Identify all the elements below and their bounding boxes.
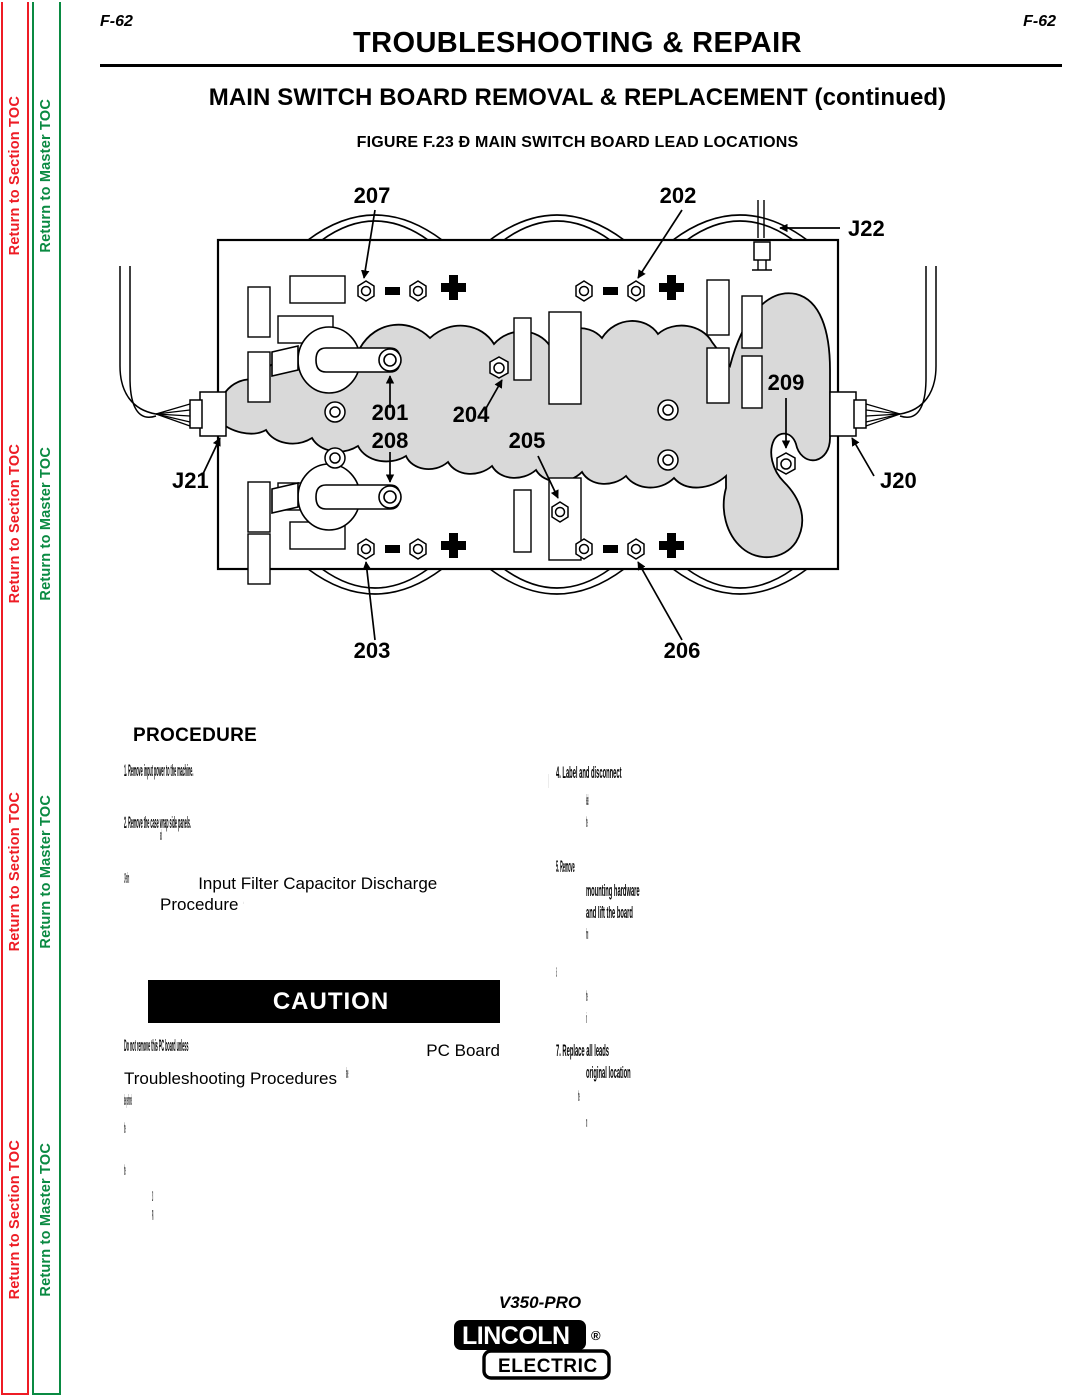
- procedure-right-step-1: 4. Label and disconnect: [556, 762, 716, 788]
- page-title: TROUBLESHOOTING & REPAIR: [353, 27, 802, 59]
- procedure-right-step-4-sub-c: on: [586, 1112, 746, 1138]
- corrupted-glyph-run: the: [124, 1120, 126, 1137]
- leader-203: [362, 561, 376, 641]
- corrupted-glyph-run: leads: [586, 792, 589, 809]
- footer-model: V350-PRO: [498, 1293, 582, 1312]
- procedure-right-step-3: 6.: [556, 962, 716, 988]
- section-toc-label: Return to Section TOC: [6, 1140, 23, 1300]
- procedure-right-step-1-sub-b: the: [586, 812, 746, 838]
- stray-glyph: |: [548, 772, 549, 789]
- callout-j20: J20: [880, 468, 917, 493]
- master-toc-column[interactable]: Return to Master TOC Return to Master TO…: [32, 2, 61, 1395]
- corrupted-glyph-run: 4. Label and disconnect: [556, 763, 622, 782]
- procedure-right-step-2: 5. Remove: [556, 856, 716, 882]
- section-title: MAIN SWITCH BOARD REMOVAL & REPLACEMENT …: [208, 84, 947, 111]
- figure-main-switch-board: 207 202 J22 201 204 209 208 205 J21 J20 …: [90, 170, 1065, 715]
- corrupted-glyph-run: the: [586, 988, 588, 1005]
- brand-secondary-text: ELECTRIC: [498, 1356, 598, 1377]
- procedure-heading: PROCEDURE: [133, 725, 258, 746]
- caution-text-pc-board: PC Board: [426, 1041, 500, 1060]
- figure-caption: FIGURE F.23 Đ MAIN SWITCH BOARD LEAD LOC…: [356, 134, 799, 151]
- corrupted-glyph-run: 3. Perform: [124, 870, 130, 887]
- callout-202: 202: [660, 183, 697, 208]
- callout-207: 207: [354, 183, 391, 208]
- caution-body-line-1: Do not remove this PC board unless PC Bo…: [124, 1035, 554, 1061]
- corrupted-glyph-run: 18: [152, 1188, 154, 1205]
- leader-j20: [851, 437, 875, 477]
- caution-body-line-7: RV: [152, 1205, 582, 1231]
- connector-j22: [752, 200, 772, 271]
- corrupted-glyph-run: 7. Replace all leads: [556, 1041, 610, 1060]
- corrupted-glyph-run: have: [346, 1065, 349, 1082]
- callout-206: 206: [664, 638, 701, 663]
- sidebar-item-master-toc[interactable]: Return to Master TOC: [34, 350, 59, 698]
- callout-209: 209: [768, 370, 805, 395]
- callout-201: 201: [372, 400, 409, 425]
- corrupted-glyph-run: the: [578, 1088, 580, 1105]
- procedure-right-step-3-sub-b: in: [586, 1008, 746, 1034]
- sidebar-item-master-toc[interactable]: Return to Master TOC: [34, 698, 59, 1046]
- caution-body-line-3: been performed: [124, 1090, 554, 1116]
- lincoln-electric-logo: LINCOLN ® ELECTRIC: [0, 1318, 1080, 1380]
- connector-j21: [119, 266, 227, 437]
- procedure-right-step-4-sub-a: original location: [586, 1062, 766, 1088]
- caution-body-line-5: the: [124, 1160, 554, 1186]
- caution-body-line-2: Troubleshooting Procedures have: [124, 1063, 554, 1089]
- corrupted-glyph-run: 5. Remove: [556, 857, 575, 876]
- corrupted-glyph-run: 6.: [556, 964, 557, 981]
- connector-j20: [829, 266, 937, 437]
- master-toc-label: Return to Master TOC: [38, 1143, 55, 1297]
- corrupted-glyph-run: Do not remove this PC board unless: [124, 1036, 189, 1055]
- callout-j21: J21: [172, 468, 209, 493]
- sidebar-item-section-toc[interactable]: Return to Section TOC: [3, 350, 27, 698]
- toc-sidebar: Return to Section TOC Return to Section …: [0, 0, 66, 1397]
- corrupted-glyph-run: the: [586, 814, 588, 831]
- caution-body-line-4: the: [124, 1118, 554, 1144]
- procedure-right-step-4-sub-b: the: [578, 1086, 738, 1112]
- corrupted-glyph-run: 1. Remove input power to the machine.: [124, 761, 194, 780]
- corrupted-glyph-run: and lift the board: [586, 903, 633, 922]
- procedure-right-step-2-sub-c: from: [586, 924, 746, 950]
- brand-registered-mark: ®: [591, 1328, 601, 1343]
- title-divider: [100, 64, 1062, 67]
- caution-text-troubleshooting: Troubleshooting Procedures: [124, 1069, 337, 1088]
- master-toc-label: Return to Master TOC: [38, 447, 55, 601]
- master-toc-label: Return to Master TOC: [38, 99, 55, 253]
- caution-label: CAUTION: [272, 987, 390, 1015]
- corrupted-glyph-run: original location: [586, 1063, 631, 1082]
- master-toc-label: Return to Master TOC: [38, 795, 55, 949]
- corrupted-glyph-run: in: [586, 1010, 587, 1027]
- corrupted-glyph-run: the: [124, 1162, 126, 1179]
- corrupted-glyph-run: from: [586, 926, 589, 943]
- section-toc-column[interactable]: Return to Section TOC Return to Section …: [1, 2, 29, 1395]
- corrupted-glyph-run: been performed: [124, 1092, 132, 1109]
- procedure-step-4-text: Procedure: [160, 895, 239, 914]
- corrupted-glyph-run: and: [160, 827, 162, 844]
- corrupted-glyph-run: on: [586, 1114, 588, 1131]
- callout-208: 208: [372, 428, 409, 453]
- section-toc-label: Return to Section TOC: [6, 444, 23, 604]
- leader-206: [637, 561, 683, 641]
- callout-204: 204: [453, 402, 490, 427]
- sidebar-item-master-toc[interactable]: Return to Master TOC: [34, 2, 59, 350]
- section-toc-label: Return to Section TOC: [6, 792, 23, 952]
- sidebar-item-section-toc[interactable]: Return to Section TOC: [3, 2, 27, 350]
- section-toc-label: Return to Section TOC: [6, 96, 23, 256]
- callout-203: 203: [354, 638, 391, 663]
- callout-j22: J22: [848, 216, 885, 241]
- corrupted-glyph-run: RV: [152, 1207, 154, 1224]
- procedure-step-3-cont: Procedure .: [160, 889, 590, 915]
- caution-banner: CAUTION: [148, 980, 500, 1023]
- brand-primary-text: LINCOLN: [462, 1322, 570, 1350]
- procedure-step-1: 1. Remove input power to the machine.: [124, 760, 534, 786]
- sidebar-item-section-toc[interactable]: Return to Section TOC: [3, 698, 27, 1046]
- procedure-step-2-sub: and: [160, 825, 540, 851]
- callout-205: 205: [509, 428, 546, 453]
- corrupted-glyph-run: mounting hardware: [586, 881, 640, 900]
